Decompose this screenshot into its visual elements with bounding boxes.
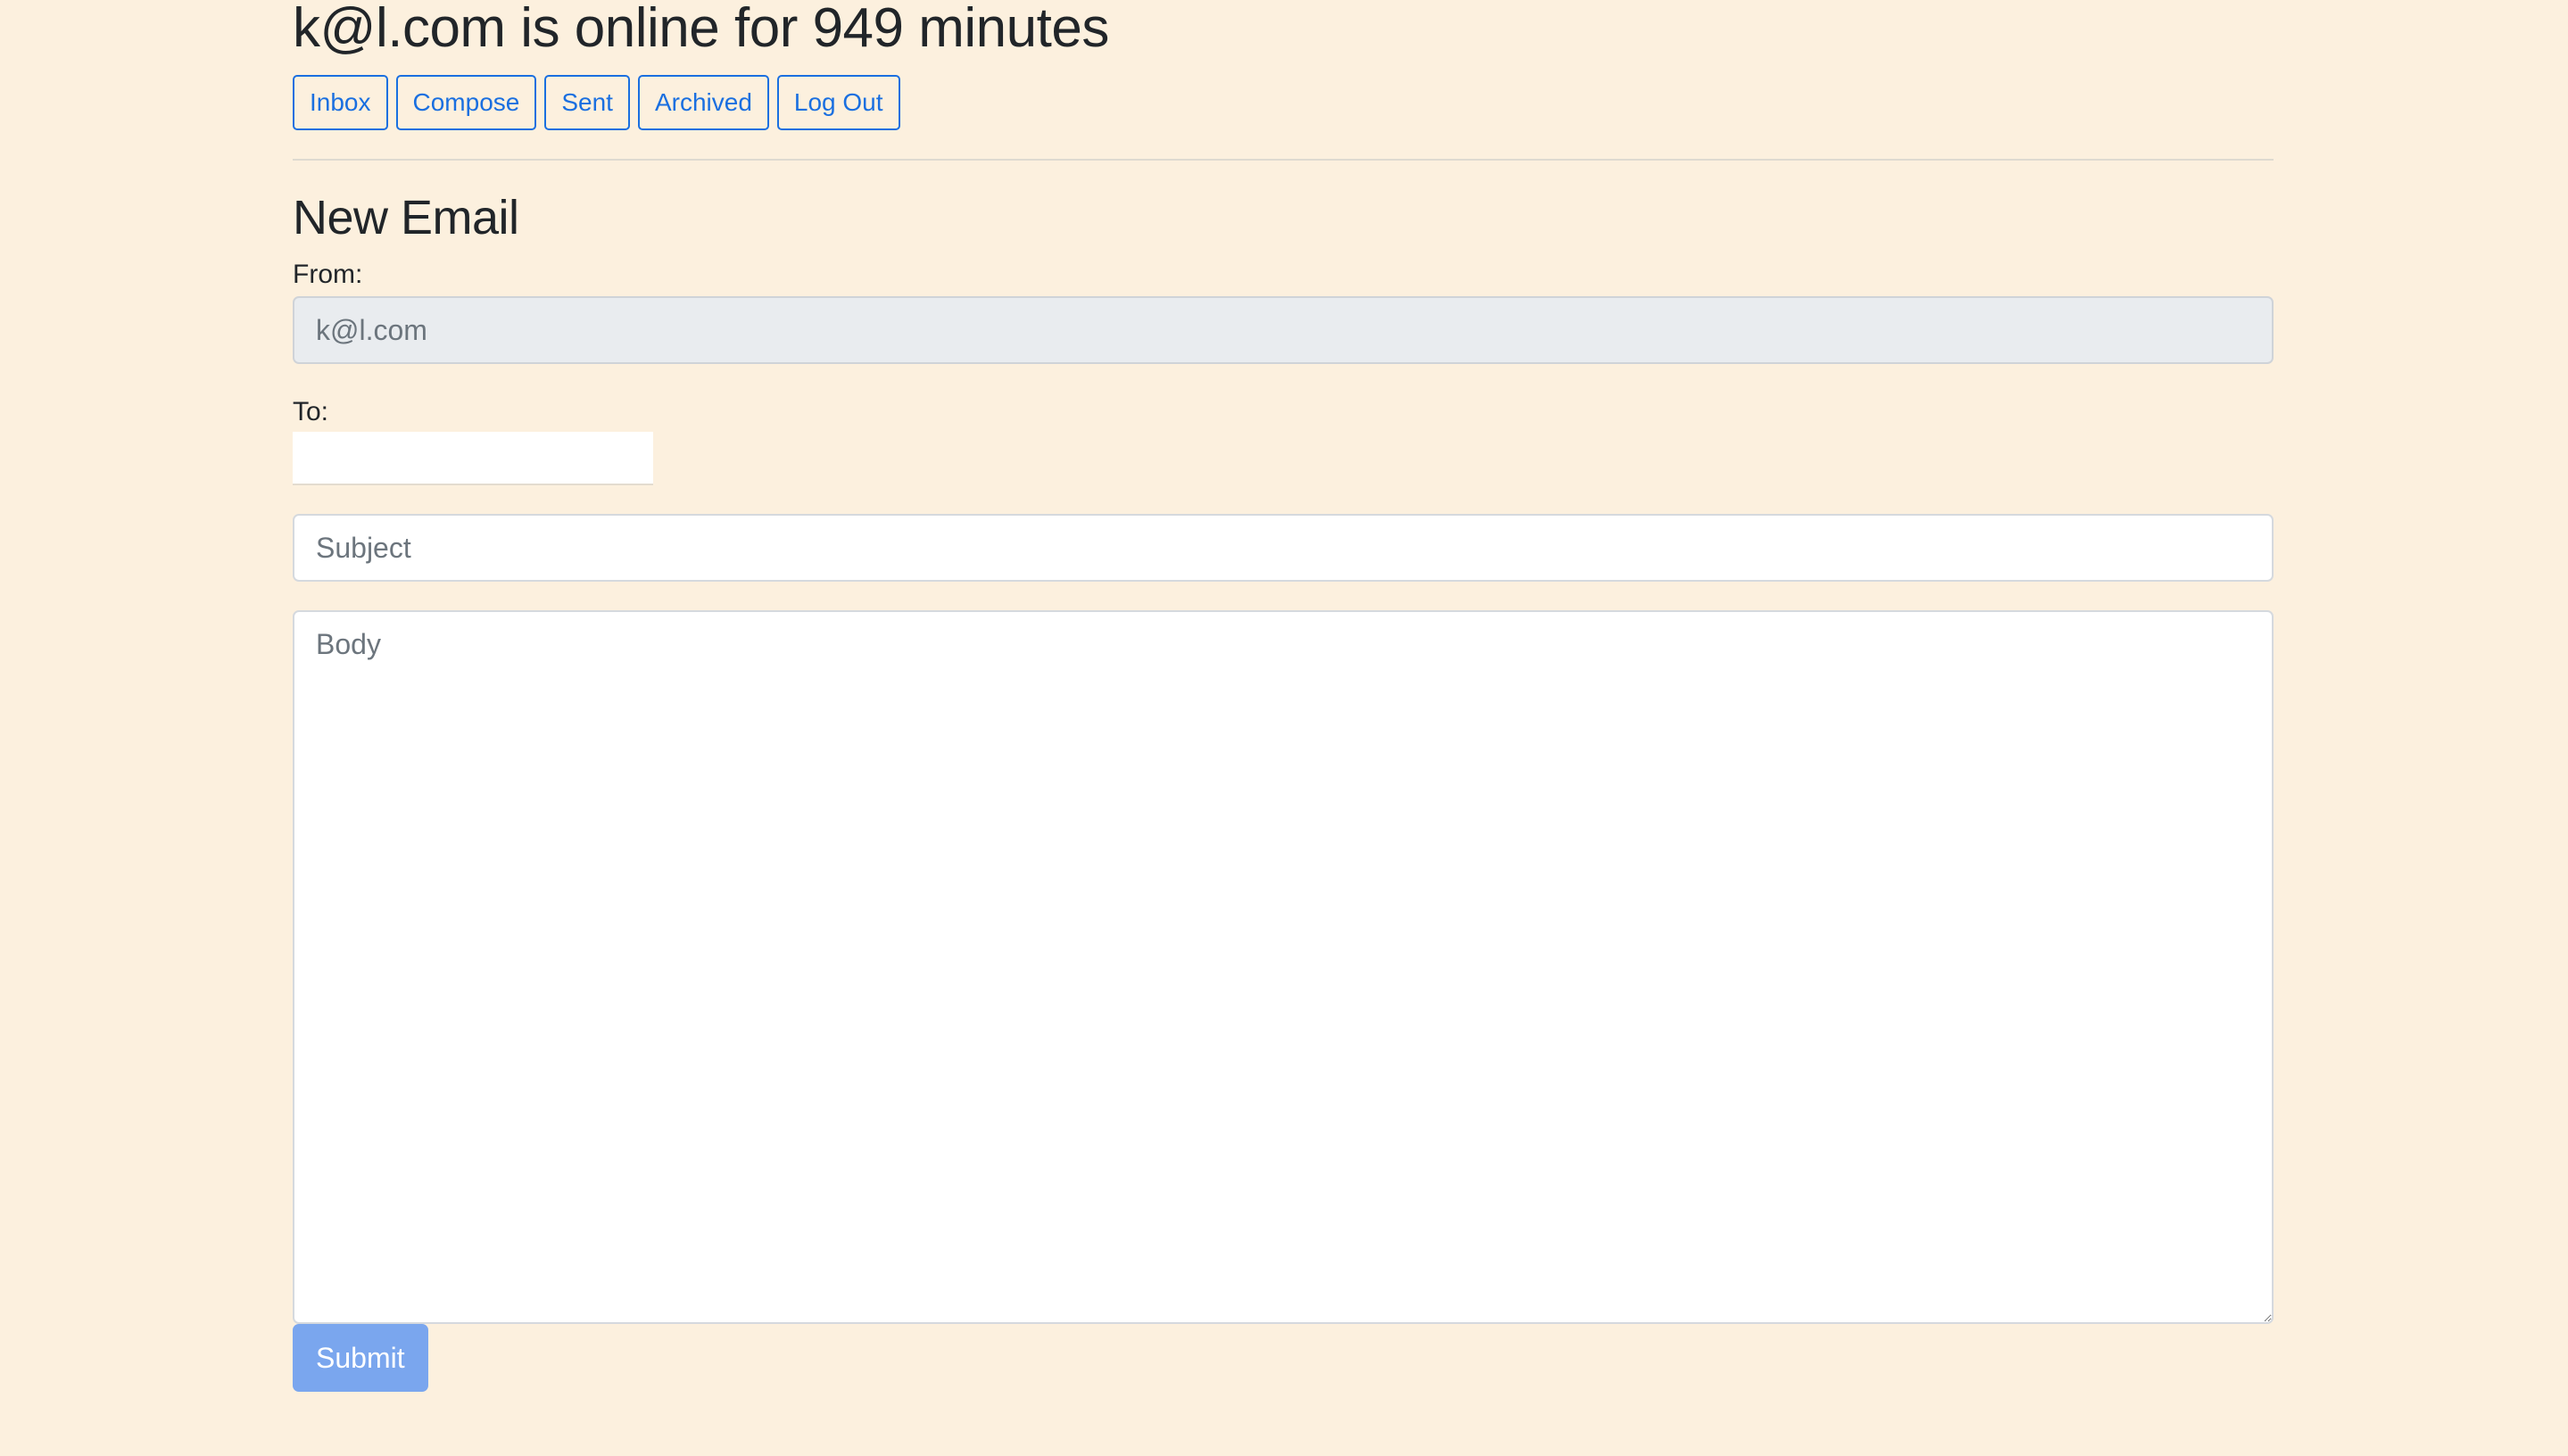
- nav-bar: Inbox Compose Sent Archived Log Out: [293, 75, 2274, 130]
- from-field: [293, 296, 2274, 364]
- inbox-button[interactable]: Inbox: [293, 75, 388, 130]
- online-status-heading: k@l.com is online for 949 minutes: [293, 0, 1109, 59]
- compose-form: From: To: Submit: [293, 259, 2274, 1392]
- divider: [293, 159, 2274, 161]
- from-label: From:: [293, 260, 363, 289]
- body-textarea[interactable]: [293, 610, 2274, 1324]
- logout-button[interactable]: Log Out: [776, 75, 900, 130]
- archived-button[interactable]: Archived: [637, 75, 769, 130]
- to-label: To:: [293, 397, 329, 426]
- page-container: k@l.com is online for 949 minutes Inbox …: [293, 0, 2274, 1392]
- compose-button[interactable]: Compose: [395, 75, 537, 130]
- submit-button[interactable]: Submit: [293, 1324, 428, 1392]
- to-field[interactable]: [293, 432, 653, 485]
- sent-button[interactable]: Sent: [544, 75, 630, 130]
- subject-input[interactable]: [293, 514, 2274, 582]
- page-title: New Email: [293, 191, 519, 244]
